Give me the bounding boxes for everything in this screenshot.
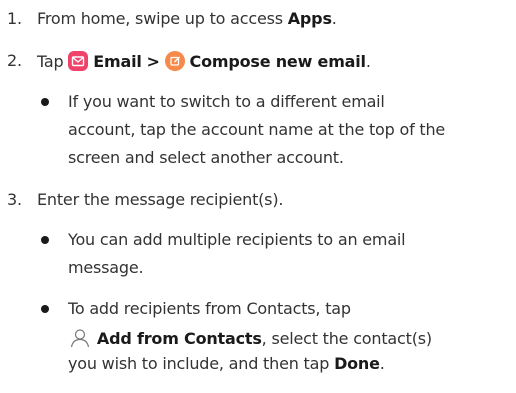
step-3-number: 3.: [7, 190, 22, 209]
bullet-3-2-line-3: you wish to include, and then tap Done.: [68, 354, 385, 374]
email-label: Email: [93, 52, 142, 71]
step-3-text: Enter the message recipient(s).: [37, 190, 284, 209]
step-1-period: .: [331, 9, 337, 28]
step-1-text: From home, swipe up to access Apps.: [37, 9, 337, 29]
step-1-number: 1.: [7, 9, 22, 28]
step-2-text: Tap Email > Compose new email.: [37, 51, 371, 71]
chevron-right-separator: >: [146, 52, 160, 71]
step-2-period: .: [365, 52, 371, 71]
add-from-contacts-label: Add from Contacts: [96, 329, 262, 348]
bullet-dot: [41, 305, 49, 313]
bullet-3-2-line-2: Add from Contacts, select the contact(s): [68, 326, 432, 348]
bullet-dot: [41, 236, 49, 244]
bullet-3-2-line-2-rest: , select the contact(s): [261, 329, 432, 348]
bullet-dot: [41, 98, 49, 106]
bullet-2-1-line-2: account, tap the account name at the top…: [68, 120, 446, 139]
bullet-3-1-line-2: message.: [68, 258, 144, 277]
step-2-tap: Tap: [37, 52, 64, 71]
bullet-3-2-line-1: To add recipients from Contacts, tap: [68, 299, 351, 318]
email-app-icon: [68, 51, 89, 71]
bullet-3-2-period: .: [379, 354, 385, 373]
step-2-number: 2.: [7, 51, 22, 70]
step-1-body: From home, swipe up to access: [37, 9, 288, 28]
compose-icon: [164, 51, 185, 71]
apps-label: Apps: [287, 9, 332, 28]
bullet-2-1-line-3: screen and select another account.: [68, 148, 344, 167]
done-label: Done: [334, 354, 380, 373]
compose-label: Compose new email: [189, 52, 366, 71]
bullet-2-1-line-1: If you want to switch to a different ema…: [68, 92, 385, 111]
bullet-3-1-line-1: You can add multiple recipients to an em…: [68, 230, 406, 249]
contact-person-icon: [68, 326, 92, 350]
bullet-3-2-line-3-start: you wish to include, and then tap: [68, 354, 335, 373]
